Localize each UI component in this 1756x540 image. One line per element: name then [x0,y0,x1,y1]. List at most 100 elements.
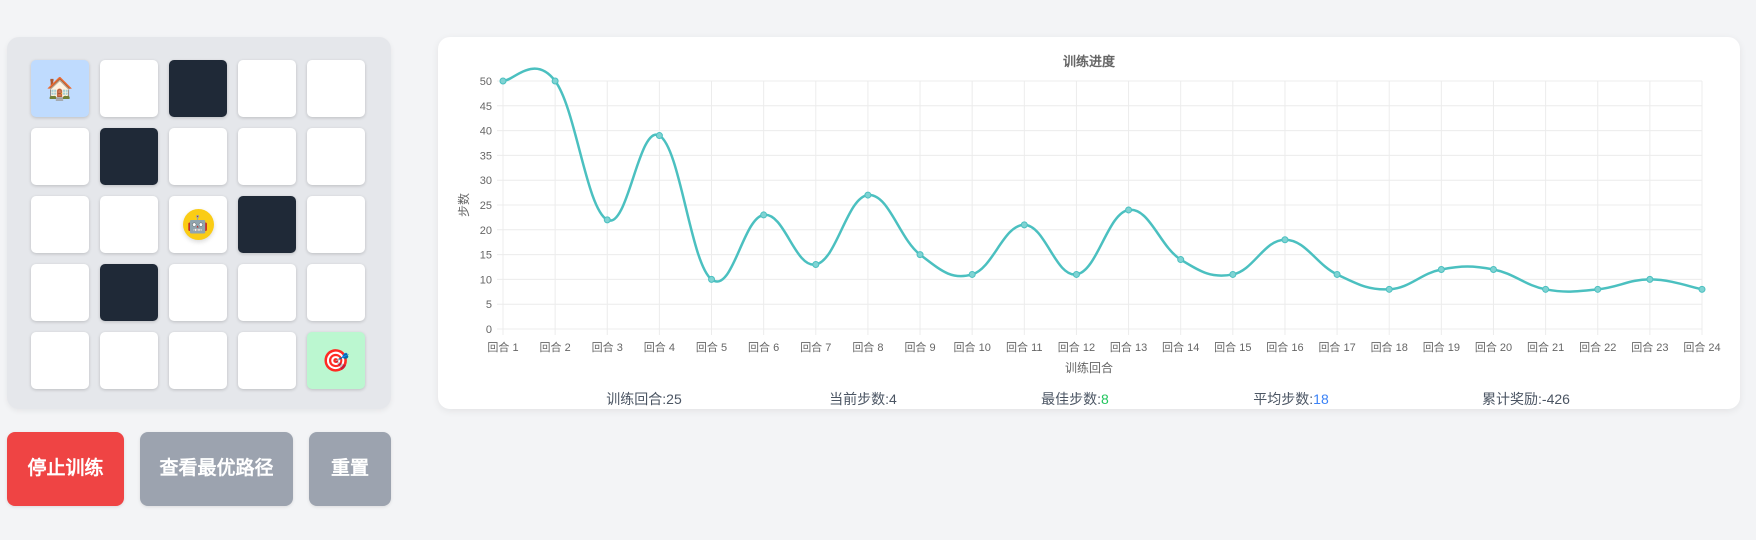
y-tick-label: 35 [480,150,492,162]
x-tick-label: 回合 3 [592,340,623,354]
maze-cell-empty[interactable] [307,60,365,117]
x-tick-label: 回合 18 [1371,340,1408,354]
data-point [1333,270,1341,278]
y-tick-label: 50 [480,76,492,88]
maze-cell-wall[interactable] [100,264,158,321]
y-tick-label: 10 [480,274,492,286]
x-tick-label: 回合 23 [1631,340,1668,354]
data-point [603,216,611,224]
x-tick-label: 回合 15 [1214,340,1251,354]
maze-panel: 🏠 🤖 🎯 [7,37,391,409]
y-tick-label: 5 [486,299,492,311]
stat-total-reward: 累计奖励:-426 [1482,389,1570,409]
stat-avg-steps: 平均步数:18 [1253,389,1328,409]
maze-cell-empty[interactable] [31,128,89,185]
data-point [1020,221,1028,229]
maze-cell-empty[interactable] [238,60,296,117]
maze-cell-empty[interactable] [238,128,296,185]
data-point [1177,256,1185,264]
x-tick-label: 回合 13 [1110,340,1147,354]
x-tick-label: 回合 14 [1162,340,1199,354]
x-tick-label: 回合 9 [904,340,935,354]
x-tick-label: 回合 1 [487,340,518,354]
x-tick-label: 回合 5 [696,340,727,354]
reset-button[interactable]: 重置 [309,432,391,506]
data-point [916,251,924,259]
maze-cell-agent[interactable]: 🤖 [169,196,227,253]
stat-label: 累计奖励: [1482,391,1542,407]
stat-label: 平均步数: [1253,391,1314,407]
maze-cell-empty[interactable] [31,196,89,253]
view-best-path-button[interactable]: 查看最优路径 [140,432,293,506]
data-point [864,191,872,199]
x-tick-label: 回合 8 [852,340,883,354]
stat-value: 8 [1101,391,1109,407]
data-point [1646,275,1654,283]
x-tick-label: 回合 12 [1058,340,1095,354]
y-tick-label: 40 [480,126,492,138]
data-point [1489,265,1497,273]
x-tick-label: 回合 6 [748,340,779,354]
stat-value: 18 [1313,391,1329,407]
maze-cell-empty[interactable] [238,264,296,321]
target-icon: 🎯 [322,347,350,373]
data-point [1229,270,1237,278]
training-progress-chart: 0 5 10 15 20 25 30 35 40 45 50 回合 1 回合 2 回合 3 回合 4 回合 5… [456,54,1721,375]
maze-cell-empty[interactable] [31,264,89,321]
training-chart-card: 0 5 10 15 20 25 30 35 40 45 50 回合 1 回合 2 回合 3 回合 4 回合 5… [438,37,1740,409]
maze-cell-empty[interactable] [100,196,158,253]
maze-cell-start[interactable]: 🏠 [31,60,89,117]
maze-cell-empty[interactable] [307,196,365,253]
data-point [1125,206,1133,214]
maze-cell-goal[interactable]: 🎯 [307,332,365,389]
data-point [1594,285,1602,293]
data-point [812,261,820,269]
data-point [551,77,559,85]
y-tick-label: 0 [486,324,492,336]
y-tick-label: 30 [480,175,492,187]
maze-cell-wall[interactable] [169,60,227,117]
data-point [1542,285,1550,293]
x-tick-label: 回合 22 [1579,340,1616,354]
data-point [1698,285,1706,293]
data-point [968,270,976,278]
stat-episodes: 训练回合:25 [606,389,681,409]
maze-cell-empty[interactable] [307,264,365,321]
y-axis-label: 步数 [456,193,471,217]
stat-best-steps: 最佳步数:8 [1041,389,1109,409]
maze-cell-empty[interactable] [100,332,158,389]
maze-cell-wall[interactable] [100,128,158,185]
y-tick-label: 20 [480,225,492,237]
stop-training-button[interactable]: 停止训练 [7,432,124,506]
maze-cell-empty[interactable] [307,128,365,185]
stat-label: 最佳步数: [1041,391,1102,407]
x-tick-label: 回合 21 [1527,340,1564,354]
maze-cell-empty[interactable] [100,60,158,117]
stat-value: -426 [1541,391,1570,407]
maze-cell-empty[interactable] [31,332,89,389]
maze-cell-wall[interactable] [238,196,296,253]
x-axis-label: 训练回合 [1065,360,1113,375]
maze-cell-empty[interactable] [169,332,227,389]
data-point [760,211,768,219]
x-tick-label: 回合 4 [644,340,675,354]
stat-value: 4 [889,391,897,407]
x-tick-label: 回合 20 [1475,340,1512,354]
maze-grid: 🏠 🤖 🎯 [31,60,365,389]
x-tick-label: 回合 7 [800,340,831,354]
stat-label: 训练回合: [606,391,667,407]
maze-cell-empty[interactable] [169,128,227,185]
y-tick-label: 15 [480,250,492,262]
stat-label: 当前步数: [829,391,890,407]
x-tick-label: 回合 10 [954,340,991,354]
x-tick-label: 回合 2 [540,340,571,354]
maze-cell-empty[interactable] [169,264,227,321]
x-tick-label: 回合 16 [1266,340,1303,354]
x-tick-label: 回合 24 [1683,340,1720,354]
data-point [1072,270,1080,278]
chart-title: 训练进度 [1063,54,1116,69]
data-point [1437,265,1445,273]
maze-cell-empty[interactable] [238,332,296,389]
robot-agent-icon: 🤖 [182,209,214,240]
house-icon: 🏠 [46,75,74,101]
